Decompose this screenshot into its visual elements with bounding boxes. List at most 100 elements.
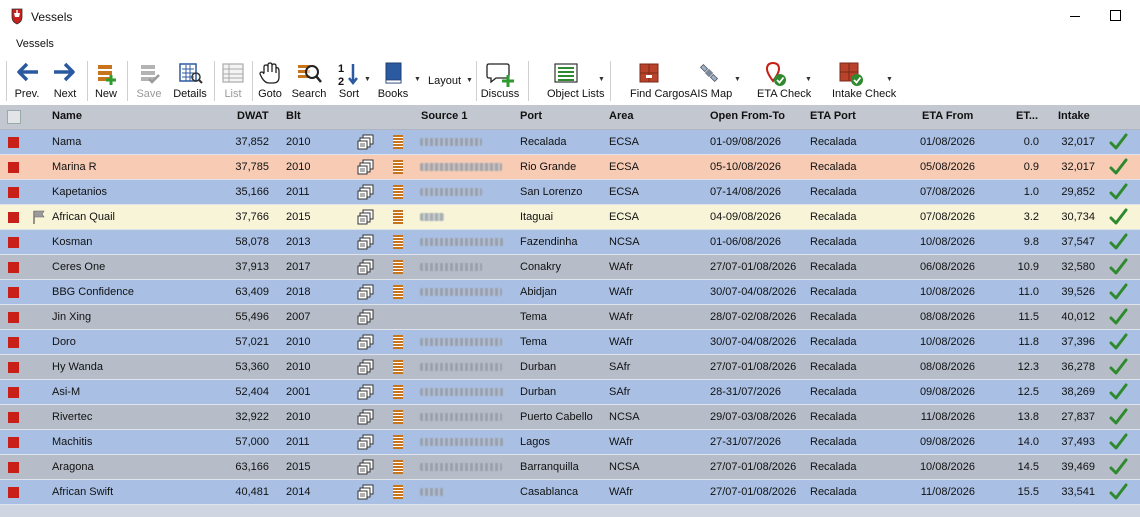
documents-icon[interactable] [357,234,375,250]
object-lists-button[interactable]: Object Lists [547,59,604,101]
documents-icon[interactable] [357,209,375,225]
vessel-name[interactable]: Jin Xing [52,311,91,323]
table-row[interactable]: Doro 57,021 2010 Tema WAfr 30/07-04/08/2026 Re… [0,330,1140,355]
books-dropdown-icon[interactable]: ▼ [414,76,421,83]
col-eta-port[interactable]: ETA Port [810,110,856,122]
documents-icon[interactable] [357,334,375,350]
prev-button[interactable]: Prev. [13,59,41,101]
find-cargos-button[interactable]: Find Cargos [630,59,690,101]
vessel-name[interactable]: Nama [52,136,81,148]
discuss-button[interactable]: Discuss [481,59,519,101]
grid-empty-area [0,505,1140,517]
next-button[interactable]: Next [52,59,78,101]
ais-map-dropdown-icon[interactable]: ▼ [734,76,741,83]
documents-icon[interactable] [357,184,375,200]
table-row[interactable]: Kapetanios 35,166 2011 San Lorenzo ECSA 07-14… [0,180,1140,205]
minimize-button[interactable] [1068,6,1082,26]
intake-check-button[interactable]: Intake Check [832,59,896,101]
vessel-name[interactable]: Rivertec [52,411,92,423]
table-row[interactable]: African Quail 37,766 2015 Itaguai ECSA 04-09/… [0,205,1140,230]
vessel-name[interactable]: Aragona [52,461,94,473]
layout-dropdown-icon[interactable]: ▼ [466,77,473,84]
vessel-name[interactable]: Machitis [52,436,92,448]
intake-check-dropdown-icon[interactable]: ▼ [886,76,893,83]
layout-button[interactable]: Layout [428,75,461,87]
documents-icon[interactable] [357,259,375,275]
eta-check-dropdown-icon[interactable]: ▼ [805,76,812,83]
menu-vessels[interactable]: Vessels [16,38,54,50]
select-all-checkbox[interactable] [7,110,21,124]
table-row[interactable]: Nama 37,852 2010 Recalada ECSA 01-09/08/2026 R… [0,130,1140,155]
eta-check-button[interactable]: ETA Check [757,59,811,101]
vessel-name[interactable]: Doro [52,336,76,348]
documents-icon[interactable] [357,409,375,425]
new-button[interactable]: New [94,59,118,101]
book-icon[interactable] [393,360,403,374]
table-row[interactable]: Asi-M 52,404 2001 Durban SAfr 28-31/07/2026 Re… [0,380,1140,405]
col-eta-from[interactable]: ETA From [922,110,973,122]
save-button[interactable]: Save [136,59,162,101]
table-row[interactable]: Rivertec 32,922 2010 Puerto Cabello NCSA 29/0… [0,405,1140,430]
vessel-name[interactable]: Kapetanios [52,186,107,198]
documents-icon[interactable] [357,359,375,375]
col-open[interactable]: Open From-To [710,110,785,122]
table-row[interactable]: BBG Confidence 63,409 2018 Abidjan WAfr 30/07… [0,280,1140,305]
vessel-name[interactable]: Asi-M [52,386,80,398]
table-row[interactable]: African Swift 40,481 2014 Casablanca WAfr 27/… [0,480,1140,505]
table-row[interactable]: Aragona 63,166 2015 Barranquilla NCSA 27/07-0… [0,455,1140,480]
book-icon[interactable] [393,160,403,174]
table-row[interactable]: Jin Xing 55,496 2007 Tema WAfr 28/07-02/08/20… [0,305,1140,330]
book-icon[interactable] [393,285,403,299]
ais-map-button[interactable]: AIS Map [690,59,732,101]
sort-button[interactable]: 1 2 Sort [336,59,362,101]
books-button[interactable]: Books [378,59,408,101]
col-source[interactable]: Source 1 [421,110,467,122]
vessel-name[interactable]: African Quail [52,211,115,223]
book-icon[interactable] [393,385,403,399]
documents-icon[interactable] [357,284,375,300]
table-row[interactable]: Machitis 57,000 2011 Lagos WAfr 27-31/07/2026… [0,430,1140,455]
documents-icon[interactable] [357,434,375,450]
table-row[interactable]: Ceres One 37,913 2017 Conakry WAfr 27/07-01/0… [0,255,1140,280]
flag-icon[interactable] [31,210,47,224]
documents-icon[interactable] [357,384,375,400]
maximize-button[interactable] [1110,10,1121,21]
sort-dropdown-icon[interactable]: ▼ [364,76,371,83]
book-icon[interactable] [393,485,403,499]
book-icon[interactable] [393,235,403,249]
list-button[interactable]: List [221,59,245,101]
col-name[interactable]: Name [52,110,82,122]
vessel-name[interactable]: Ceres One [52,261,105,273]
details-button[interactable]: Details [173,59,207,101]
table-row[interactable]: Kosman 58,078 2013 Fazendinha NCSA 01-06/08/2… [0,230,1140,255]
col-et[interactable]: ET... [1016,110,1038,122]
book-icon[interactable] [393,410,403,424]
object-lists-dropdown-icon[interactable]: ▼ [598,76,605,83]
book-icon[interactable] [393,460,403,474]
vessel-name[interactable]: Kosman [52,236,92,248]
col-intake[interactable]: Intake [1058,110,1090,122]
documents-icon[interactable] [357,484,375,500]
documents-icon[interactable] [357,309,375,325]
book-icon[interactable] [393,260,403,274]
documents-icon[interactable] [357,134,375,150]
table-row[interactable]: Hy Wanda 53,360 2010 Durban SAfr 27/07-01/08/… [0,355,1140,380]
goto-button[interactable]: Goto [258,59,282,101]
col-dwat[interactable]: DWAT [237,110,269,122]
book-icon[interactable] [393,435,403,449]
documents-icon[interactable] [357,459,375,475]
vessel-name[interactable]: BBG Confidence [52,286,134,298]
book-icon[interactable] [393,210,403,224]
col-blt[interactable]: Blt [286,110,301,122]
table-row[interactable]: Marina R 37,785 2010 Rio Grande ECSA 05-10/08… [0,155,1140,180]
vessel-name[interactable]: African Swift [52,486,113,498]
col-port[interactable]: Port [520,110,542,122]
vessel-name[interactable]: Hy Wanda [52,361,103,373]
book-icon[interactable] [393,135,403,149]
documents-icon[interactable] [357,159,375,175]
vessel-name[interactable]: Marina R [52,161,97,173]
col-area[interactable]: Area [609,110,633,122]
search-button[interactable]: Search [292,59,326,101]
book-icon[interactable] [393,335,403,349]
book-icon[interactable] [393,185,403,199]
